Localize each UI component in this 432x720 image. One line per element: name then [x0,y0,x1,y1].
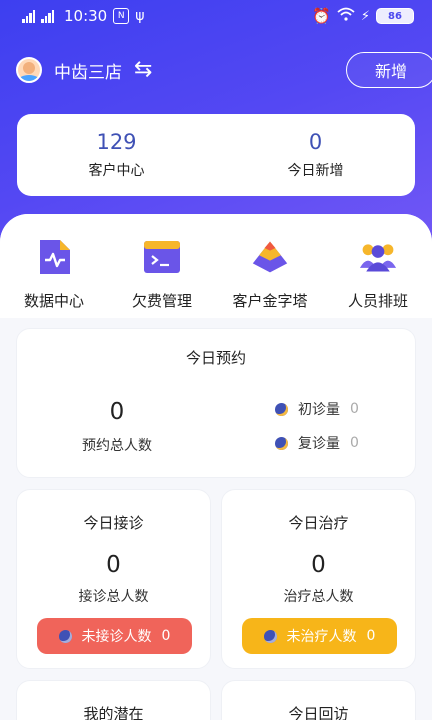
reception-total-label: 接诊总人数 [78,589,149,605]
treatment-card[interactable]: 今日治疗 0 治疗总人数 未治疗人数 0 [221,489,416,669]
not-treated-button[interactable]: 未治疗人数 0 [242,618,397,654]
quick-pyramid[interactable]: 客户金字塔 [216,238,324,318]
not-treated-icon [263,629,277,643]
quick-label: 人员排班 [347,292,408,310]
new-button[interactable]: 新增 [346,52,432,88]
quick-label: 客户金字塔 [232,292,308,310]
header: 中齿三店 ⇆ 新增 [0,48,432,92]
quick-actions: 数据中心 欠费管理 客户金字塔 人员排班 [0,214,432,318]
alarm-icon: ⏰ [312,7,331,25]
not-treated-label: 未治疗人数 [286,629,357,645]
charging-icon: ⚡ [360,8,370,24]
stat-customer-center[interactable]: 129 客户中心 [17,114,216,196]
pyramid-icon [251,238,289,276]
terminal-icon [143,238,181,276]
followup-card[interactable]: 今日回访 [221,680,416,720]
reception-total: 0 [106,552,121,578]
not-received-icon [58,629,72,643]
not-received-value: 0 [161,628,171,644]
signal-icon-2 [41,9,54,23]
appointment-card[interactable]: 今日预约 0 预约总人数 初诊量 0 复诊量 0 [16,328,416,478]
not-received-label: 未接诊人数 [81,629,152,645]
appointment-total: 0 [109,399,125,425]
appointment-total-label: 预约总人数 [82,438,152,454]
return-visit-row[interactable]: 复诊量 0 [275,433,359,453]
reception-card[interactable]: 今日接诊 0 接诊总人数 未接诊人数 0 [16,489,211,669]
quick-arrears[interactable]: 欠费管理 [108,238,216,318]
first-visit-label: 初诊量 [298,402,340,418]
data-center-icon [35,238,73,276]
treatment-total-label: 治疗总人数 [283,589,354,605]
stat-label: 客户中心 [88,163,145,179]
first-visit-row[interactable]: 初诊量 0 [275,399,359,419]
status-time: 10:30 [64,7,108,25]
card-title: 今日接诊 [83,514,144,532]
status-bar: 10:30 N ψ ⏰ ⚡ 86 [0,0,432,32]
stats-card: 129 客户中心 0 今日新增 [17,114,415,196]
quick-label: 欠费管理 [131,292,192,310]
quick-label: 数据中心 [23,292,84,310]
card-title: 今日治疗 [288,514,349,532]
store-avatar-icon[interactable] [16,57,42,83]
not-treated-value: 0 [366,628,376,644]
card-title: 我的潜在 [83,705,144,720]
return-visit-value: 0 [350,435,359,451]
signal-icon [22,9,35,23]
first-visit-icon [275,402,288,416]
store-name[interactable]: 中齿三店 [54,58,122,83]
usb-icon: ψ [135,8,145,24]
treatment-total: 0 [311,552,326,578]
potential-card[interactable]: 我的潜在 [16,680,211,720]
not-received-button[interactable]: 未接诊人数 0 [37,618,192,654]
people-icon [359,238,397,276]
card-title: 今日回访 [288,705,349,720]
stat-new-today[interactable]: 0 今日新增 [216,114,415,196]
first-visit-value: 0 [350,401,359,417]
stat-label: 今日新增 [287,163,344,179]
wifi-icon [337,7,355,25]
quick-scheduling[interactable]: 人员排班 [324,238,432,318]
stat-value: 0 [308,130,323,154]
return-visit-icon [275,436,288,450]
switch-store-icon[interactable]: ⇆ [134,59,152,81]
nfc-icon: N [113,8,130,24]
battery-icon: 86 [376,8,414,24]
return-visit-label: 复诊量 [298,436,340,452]
stat-value: 129 [96,130,137,154]
quick-data-center[interactable]: 数据中心 [0,238,108,318]
card-title: 今日预约 [185,349,246,367]
